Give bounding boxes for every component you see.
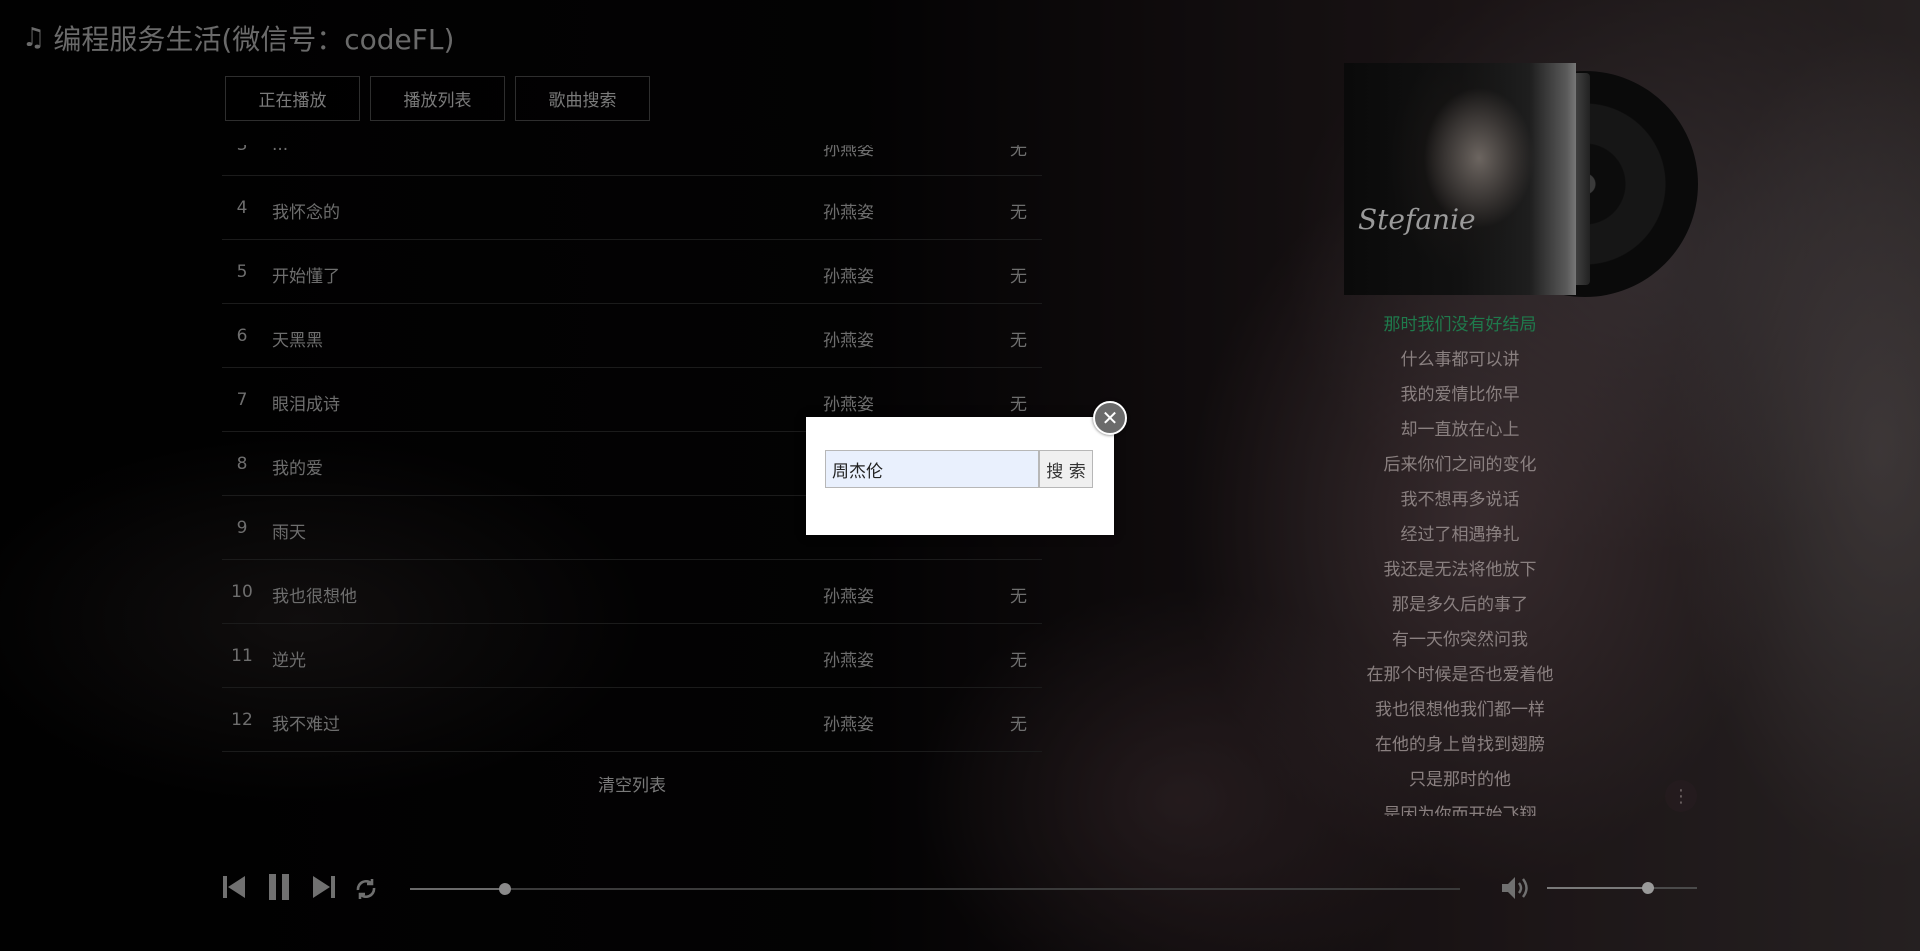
table-row[interactable]: 5 开始懂了 孙燕姿 无: [222, 240, 1042, 304]
lyrics-panel: 那时我们没有好结局 什么事都可以讲 我的爱情比你早 却一直放在心上 后来你们之间…: [1310, 308, 1610, 816]
album-cover: Stefanie: [1344, 63, 1576, 295]
table-row[interactable]: 6 天黑黑 孙燕姿 无: [222, 304, 1042, 368]
app-title-text: 编程服务生活(微信号：codeFL): [53, 23, 455, 56]
song-album: 无: [1010, 587, 1027, 607]
song-album: 无: [1010, 203, 1027, 223]
table-row[interactable]: 12 我不难过 孙燕姿 无: [222, 688, 1042, 752]
row-number: 12: [231, 710, 253, 730]
skip-next-icon[interactable]: [310, 872, 338, 902]
song-name: 我也很想他: [272, 587, 357, 607]
lyric-line: 那是多久后的事了: [1392, 595, 1528, 615]
search-button[interactable]: 搜 索: [1039, 450, 1093, 488]
song-name: 雨天: [272, 523, 306, 543]
tab-song-search[interactable]: 歌曲搜索: [515, 76, 650, 121]
row-number: 6: [236, 326, 248, 346]
song-album: 无: [1010, 145, 1027, 160]
row-number: 7: [236, 390, 248, 410]
clear-list-button[interactable]: 清空列表: [222, 752, 1042, 815]
volume-fill: [1547, 887, 1648, 889]
row-number: 5: [236, 262, 248, 282]
lyric-line: 有一天你突然问我: [1392, 630, 1528, 650]
row-number: 11: [231, 646, 253, 666]
row-number: 10: [231, 582, 253, 602]
cover-signature: Stefanie: [1358, 203, 1476, 236]
lyric-line: 在那个时候是否也爱着他: [1366, 665, 1554, 685]
lyric-line: 却一直放在心上: [1400, 420, 1520, 440]
lyric-line: 我也很想他我们都一样: [1375, 700, 1545, 720]
lyric-line: 在他的身上曾找到翅膀: [1375, 735, 1545, 755]
more-icon[interactable]: ⋮: [1665, 780, 1697, 812]
volume-thumb[interactable]: [1641, 882, 1654, 894]
song-name: 我怀念的: [272, 203, 340, 223]
song-artist: 孙燕姿: [823, 715, 874, 735]
music-note-icon: ♫: [22, 23, 46, 53]
progress-fill: [410, 888, 505, 890]
song-artist: 孙燕姿: [823, 203, 874, 223]
table-row[interactable]: 10 我也很想他 孙燕姿 无: [222, 560, 1042, 624]
song-name: 我不难过: [272, 715, 340, 735]
lyric-line: 我的爱情比你早: [1400, 385, 1520, 405]
row-number: 8: [236, 454, 248, 474]
search-dialog: 搜 索 ✕: [806, 401, 1127, 535]
lyric-line: 后来你们之间的变化: [1383, 455, 1537, 475]
song-name: 眼泪成诗: [272, 395, 340, 415]
lyric-line: 我还是无法将他放下: [1383, 560, 1537, 580]
song-artist: 孙燕姿: [823, 331, 874, 351]
lyric-line: 什么事都可以讲: [1400, 350, 1520, 370]
album-cover-area: Stefanie: [1344, 63, 1698, 297]
song-name: ...: [272, 145, 289, 155]
song-album: 无: [1010, 651, 1027, 671]
progress-bar[interactable]: [410, 883, 1460, 895]
table-row[interactable]: 11 逆光 孙燕姿 无: [222, 624, 1042, 688]
song-name: 逆光: [272, 651, 306, 671]
table-row[interactable]: 3 ... 孙燕姿 无: [222, 145, 1042, 176]
table-row[interactable]: 4 我怀念的 孙燕姿 无: [222, 176, 1042, 240]
song-artist: 孙燕姿: [823, 145, 874, 160]
tab-playlist[interactable]: 播放列表: [370, 76, 505, 121]
lyric-line: 是因为你而开始飞翔: [1383, 805, 1537, 816]
repeat-icon[interactable]: [352, 875, 380, 903]
close-icon[interactable]: ✕: [1093, 401, 1127, 435]
lyric-line: 只是那时的他: [1409, 770, 1511, 790]
row-number: 9: [236, 518, 248, 538]
song-album: 无: [1010, 715, 1027, 735]
song-name: 天黑黑: [272, 331, 323, 351]
row-number: 3: [236, 145, 248, 155]
song-album: 无: [1010, 395, 1027, 415]
tab-now-playing[interactable]: 正在播放: [225, 76, 360, 121]
row-number: 4: [236, 198, 248, 218]
song-album: 无: [1010, 331, 1027, 351]
cover-sleeve-edge: [1576, 73, 1590, 285]
song-artist: 孙燕姿: [823, 587, 874, 607]
volume-slider[interactable]: [1547, 882, 1697, 894]
volume-icon[interactable]: [1500, 873, 1532, 903]
pause-icon[interactable]: [265, 872, 293, 902]
lyric-line: 我不想再多说话: [1400, 490, 1520, 510]
tab-bar: 正在播放 播放列表 歌曲搜索: [225, 76, 650, 121]
lyric-line: 经过了相遇挣扎: [1400, 525, 1520, 545]
song-name: 我的爱: [272, 459, 323, 479]
search-input[interactable]: [825, 450, 1039, 488]
app-title: ♫ 编程服务生活(微信号：codeFL): [22, 18, 454, 58]
song-artist: 孙燕姿: [823, 267, 874, 287]
lyric-line-active: 那时我们没有好结局: [1383, 315, 1537, 335]
skip-previous-icon[interactable]: [220, 872, 248, 902]
song-artist: 孙燕姿: [823, 651, 874, 671]
song-name: 开始懂了: [272, 267, 340, 287]
song-artist: 孙燕姿: [823, 395, 874, 415]
song-album: 无: [1010, 267, 1027, 287]
progress-thumb[interactable]: [498, 883, 511, 895]
